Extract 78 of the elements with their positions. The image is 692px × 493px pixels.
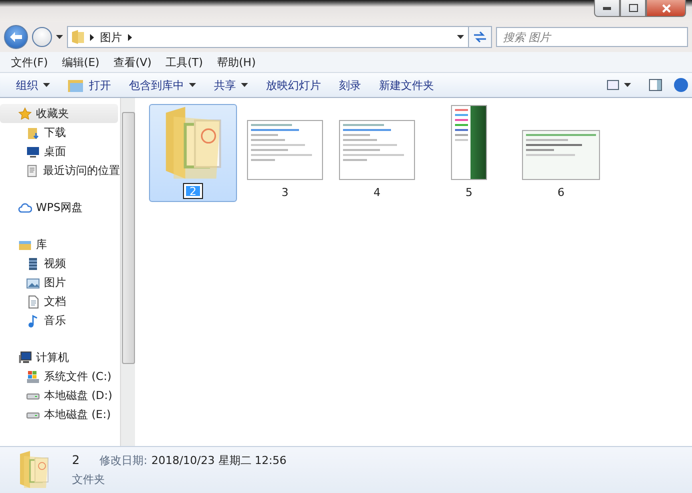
document-icon — [26, 294, 40, 308]
forward-button[interactable] — [32, 27, 52, 47]
pane-icon — [649, 79, 662, 91]
caret-icon — [43, 83, 50, 87]
file-name: 3 — [282, 186, 288, 199]
monitor-icon — [26, 144, 40, 158]
nav-item[interactable]: 收藏夹 — [0, 104, 118, 123]
maximize-button[interactable] — [620, 0, 646, 17]
search-field[interactable]: 搜索 图片 — [496, 27, 688, 47]
modified-date: 2018/10/23 星期二 12:56 — [151, 453, 286, 468]
nav-item[interactable]: 本地磁盘 (D:) — [0, 386, 120, 405]
caret-icon — [56, 35, 63, 39]
view-icon — [607, 80, 619, 90]
caret-icon — [624, 83, 631, 87]
file-name: 4 — [374, 186, 380, 199]
file-name: 6 — [558, 186, 564, 199]
nav-item[interactable]: WPS网盘 — [0, 198, 120, 217]
file-item[interactable]: 6 — [517, 104, 605, 202]
nav-item[interactable]: 系统文件 (C:) — [0, 367, 120, 386]
scrollbar[interactable] — [120, 98, 135, 446]
minimize-icon — [603, 6, 611, 10]
menu-item[interactable]: 编辑(E) — [54, 54, 106, 70]
toolbar-button[interactable]: 组织 — [10, 74, 62, 96]
file-name: 5 — [466, 186, 472, 199]
nav-item[interactable]: 图片 — [0, 273, 120, 292]
nav-item[interactable]: 计算机 — [0, 348, 120, 367]
file-item[interactable]: 5 — [425, 104, 513, 202]
caret-icon — [457, 35, 464, 39]
caret-icon — [241, 83, 248, 87]
toolbar-button[interactable]: 新建文件夹 — [373, 74, 446, 96]
toolbar-button[interactable]: 包含到库中 — [123, 74, 208, 96]
folder-icon — [72, 30, 84, 44]
windows-drive-icon — [26, 370, 40, 384]
chevron-icon — [90, 34, 94, 40]
folder-icon — [18, 450, 50, 490]
nav-item[interactable]: 视频 — [0, 254, 120, 273]
menu-item[interactable]: 工具(T) — [158, 54, 210, 70]
chevron-icon — [128, 34, 132, 40]
toolbar-button[interactable]: 共享 — [208, 74, 260, 96]
computer-icon — [18, 350, 32, 364]
file-item[interactable]: 3 — [241, 104, 329, 202]
document-icon — [26, 164, 39, 178]
folder-icon — [68, 78, 84, 92]
item-type: 文件夹 — [72, 472, 106, 487]
toolbar-button[interactable]: 刻录 — [333, 74, 373, 96]
breadcrumb[interactable]: 图片 — [100, 30, 122, 44]
field-label: 修改日期: — [100, 453, 148, 468]
back-arrow-icon — [10, 32, 22, 42]
nav-item[interactable]: 文档 — [0, 292, 120, 311]
music-note-icon — [26, 314, 40, 328]
toolbar-button[interactable]: 打开 — [62, 74, 123, 96]
cloud-icon — [18, 200, 32, 214]
item-name: 2 — [72, 453, 80, 468]
nav-item[interactable]: 下载 — [0, 123, 120, 142]
help-icon[interactable] — [674, 78, 688, 92]
caret-icon — [189, 83, 196, 87]
nav-item[interactable]: 音乐 — [0, 311, 120, 330]
back-button[interactable] — [4, 25, 28, 49]
menu-item[interactable]: 文件(F) — [4, 54, 55, 70]
nav-item[interactable]: 最近访问的位置 — [0, 161, 120, 180]
maximize-icon — [628, 4, 638, 12]
menu-item[interactable]: 帮助(H) — [210, 54, 263, 70]
refresh-button[interactable] — [468, 26, 492, 48]
toolbar-button[interactable]: 放映幻灯片 — [260, 74, 333, 96]
folder-icon — [26, 126, 40, 140]
picture-icon — [26, 276, 40, 290]
refresh-icon — [473, 31, 487, 43]
minimize-button[interactable] — [594, 0, 620, 17]
menu-item[interactable]: 查看(V) — [106, 54, 159, 70]
address-bar[interactable]: 图片 — [67, 26, 469, 48]
close-icon — [662, 4, 670, 12]
film-icon — [26, 256, 40, 270]
close-button[interactable] — [646, 0, 686, 17]
star-icon — [18, 106, 32, 120]
nav-item[interactable]: 桌面 — [0, 142, 120, 161]
nav-item[interactable]: 库 — [0, 235, 120, 254]
file-item[interactable]: 4 — [333, 104, 421, 202]
nav-item[interactable]: 本地磁盘 (E:) — [0, 405, 120, 424]
